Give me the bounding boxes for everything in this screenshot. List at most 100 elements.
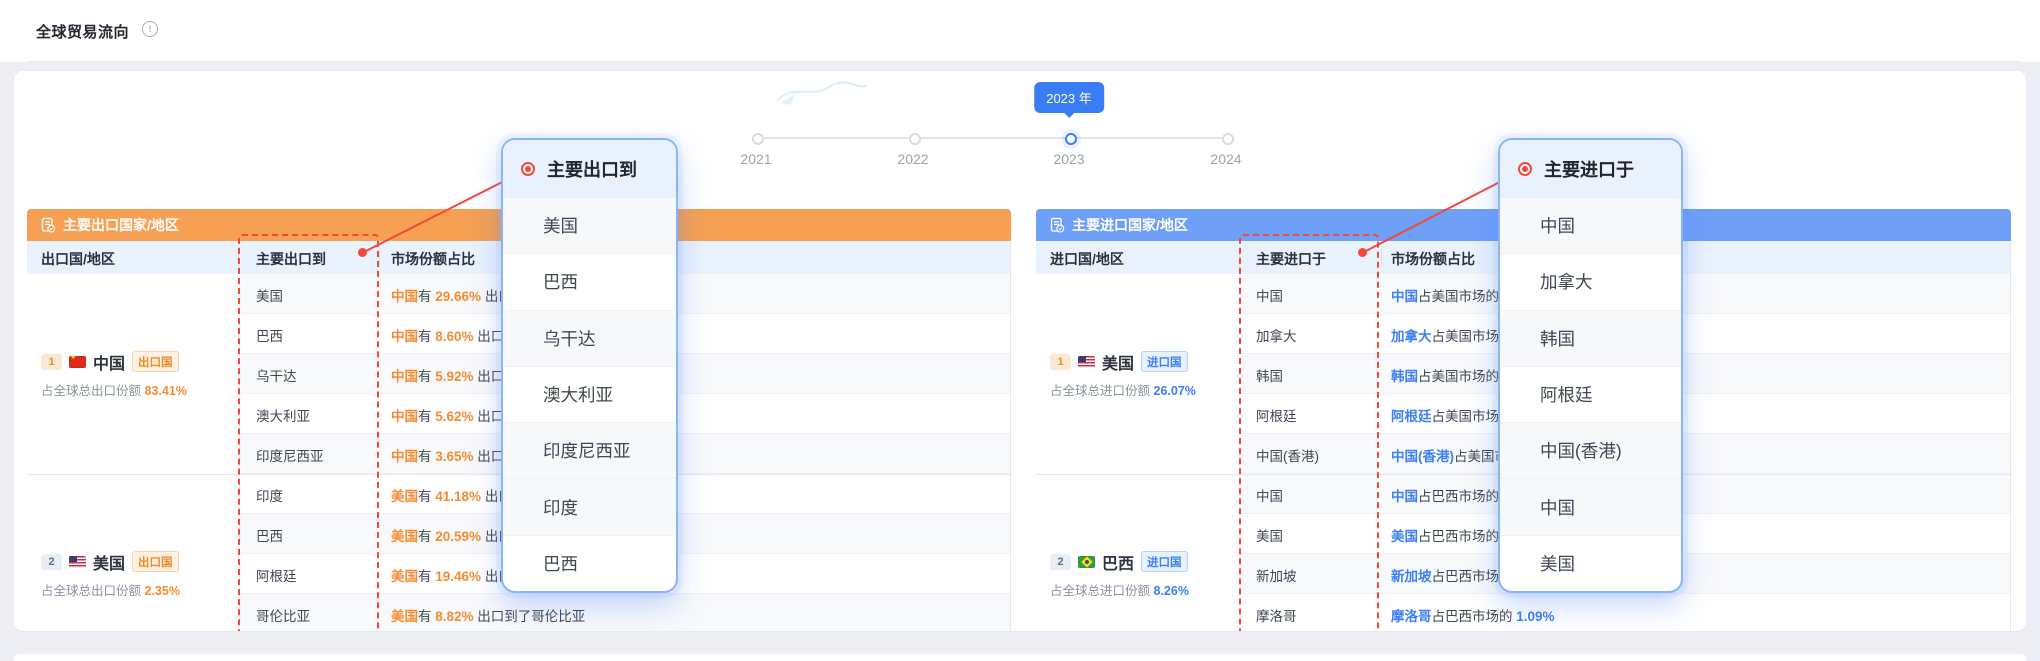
popup-title: 主要进口于 [1544,156,1634,182]
popup-item[interactable]: 韩国 [1500,311,1681,367]
slider-dot-2024[interactable] [1222,133,1234,145]
market-share-text: 新加坡占巴西市场的 [1391,565,1513,585]
popup-item[interactable]: 澳大利亚 [503,367,676,423]
table-edge [2010,241,2011,632]
market-share-text: 加拿大占美国市场的 [1391,325,1513,345]
popup-item[interactable]: 中国 [1500,479,1681,535]
partner-country: 澳大利亚 [256,405,310,425]
partner-country: 加拿大 [1256,325,1297,345]
country-name: 美国 [1102,350,1134,374]
partner-country: 美国 [1256,525,1283,545]
market-share-text: 中国占美国市场的 [1391,285,1499,305]
exporter-usa-cell: 2 美国 出口国 占全球总出口份额 2.35% [27,474,237,632]
partner-country: 阿根廷 [256,565,297,585]
partner-country: 阿根廷 [1256,405,1297,425]
page-title: 全球贸易流向 [36,21,129,42]
plane-decoration-icon [771,77,871,113]
divider [28,61,2020,62]
popup-item[interactable]: 美国 [503,198,676,254]
partner-country: 哥伦比亚 [256,605,310,625]
partner-country: 摩洛哥 [1256,605,1297,625]
role-badge: 进口国 [1141,551,1188,572]
year-label[interactable]: 2022 [897,151,928,167]
info-icon[interactable]: ! [142,21,158,37]
slider-handle-2023[interactable] [1065,133,1077,145]
col-export-to: 主要出口到 [256,249,326,269]
partner-country: 新加坡 [1256,565,1297,585]
brazil-flag-icon [1078,556,1095,568]
partner-country: 美国 [256,285,283,305]
global-share: 占全球总进口份额 26.07% [1050,380,1238,399]
global-trade-flow-panel: 全球贸易流向 ! 2023 年 2021 2022 2023 2024 [0,0,2040,661]
list-icon [1049,217,1065,233]
china-flag-icon [69,356,86,368]
global-share: 占全球总进口份额 8.26% [1050,580,1238,599]
partner-country: 印度尼西亚 [256,445,324,465]
import-anchor-dot [1358,248,1367,257]
market-share-text: 阿根廷占美国市场的 [1391,405,1513,425]
popup-header: 主要出口到 [503,140,676,198]
section-header: 全球贸易流向 ! [0,0,2040,62]
market-share-text: 韩国占美国市场的 [1391,365,1499,385]
country-name: 巴西 [1102,550,1134,574]
col-importer: 进口国/地区 [1050,249,1124,269]
role-badge: 进口国 [1141,351,1188,372]
popup-item[interactable]: 阿根廷 [1500,367,1681,423]
partner-country: 中国 [1256,485,1283,505]
target-dot-icon [1518,162,1532,176]
export-anchor-dot [358,248,367,257]
rank-badge: 1 [41,354,62,370]
partner-country: 巴西 [256,325,283,345]
market-share-text: 美国有 8.82% 出口到了哥伦比亚 [391,605,585,625]
importer-brazil-cell: 2 巴西 进口国 占全球总进口份额 8.26% [1036,474,1238,632]
popup-item[interactable]: 乌干达 [503,311,676,367]
export-to-popup: 主要出口到 美国 巴西 乌干达 澳大利亚 印度尼西亚 印度 巴西 [501,138,678,593]
partner-country: 中国 [1256,285,1283,305]
slider-dot-2021[interactable] [752,133,764,145]
next-section-card [13,654,2027,661]
popup-title: 主要出口到 [547,156,637,182]
popup-item[interactable]: 加拿大 [1500,254,1681,310]
col-market-share: 市场份额占比 [391,249,475,269]
popup-header: 主要进口于 [1500,140,1681,198]
partner-country: 印度 [256,485,283,505]
year-label[interactable]: 2024 [1210,151,1241,167]
popup-item[interactable]: 印度 [503,479,676,535]
global-share: 占全球总出口份额 2.35% [41,580,237,599]
partner-country: 韩国 [1256,365,1283,385]
market-share-text: 美国占巴西市场的 [1391,525,1499,545]
partner-country: 巴西 [256,525,283,545]
popup-item[interactable]: 印度尼西亚 [503,423,676,479]
year-label[interactable]: 2021 [740,151,771,167]
col-market-share: 市场份额占比 [1391,249,1475,269]
table-title: 主要出口国家/地区 [63,215,179,235]
market-share-text: 摩洛哥占巴西市场的 1.09% [1391,605,1555,625]
year-tooltip: 2023 年 [1034,82,1104,113]
popup-item[interactable]: 美国 [1500,536,1681,591]
year-label[interactable]: 2023 [1053,151,1084,167]
country-name: 中国 [93,350,125,374]
list-icon [40,217,56,233]
slider-track[interactable] [756,137,1226,139]
import-from-popup: 主要进口于 中国 加拿大 韩国 阿根廷 中国(香港) 中国 美国 [1498,138,1683,593]
usa-flag-icon [69,556,86,568]
popup-item[interactable]: 中国 [1500,198,1681,254]
popup-item[interactable]: 中国(香港) [1500,423,1681,479]
country-name: 美国 [93,550,125,574]
table-title: 主要进口国家/地区 [1072,215,1188,235]
slider-dot-2022[interactable] [909,133,921,145]
global-share: 占全球总出口份额 83.41% [41,380,237,399]
table-edge [1010,241,1011,632]
target-dot-icon [521,162,535,176]
rank-badge: 2 [1050,554,1071,570]
col-exporter: 出口国/地区 [41,249,115,269]
popup-item[interactable]: 巴西 [503,536,676,591]
importer-usa-cell: 1 美国 进口国 占全球总进口份额 26.07% [1036,274,1238,474]
col-import-from: 主要进口于 [1256,249,1326,269]
usa-flag-icon [1078,356,1095,368]
rank-badge: 2 [41,554,62,570]
popup-item[interactable]: 巴西 [503,254,676,310]
trade-card: 2023 年 2021 2022 2023 2024 主要出口国家/地区 [13,70,2027,632]
partner-country: 乌干达 [256,365,297,385]
rank-badge: 1 [1050,354,1071,370]
